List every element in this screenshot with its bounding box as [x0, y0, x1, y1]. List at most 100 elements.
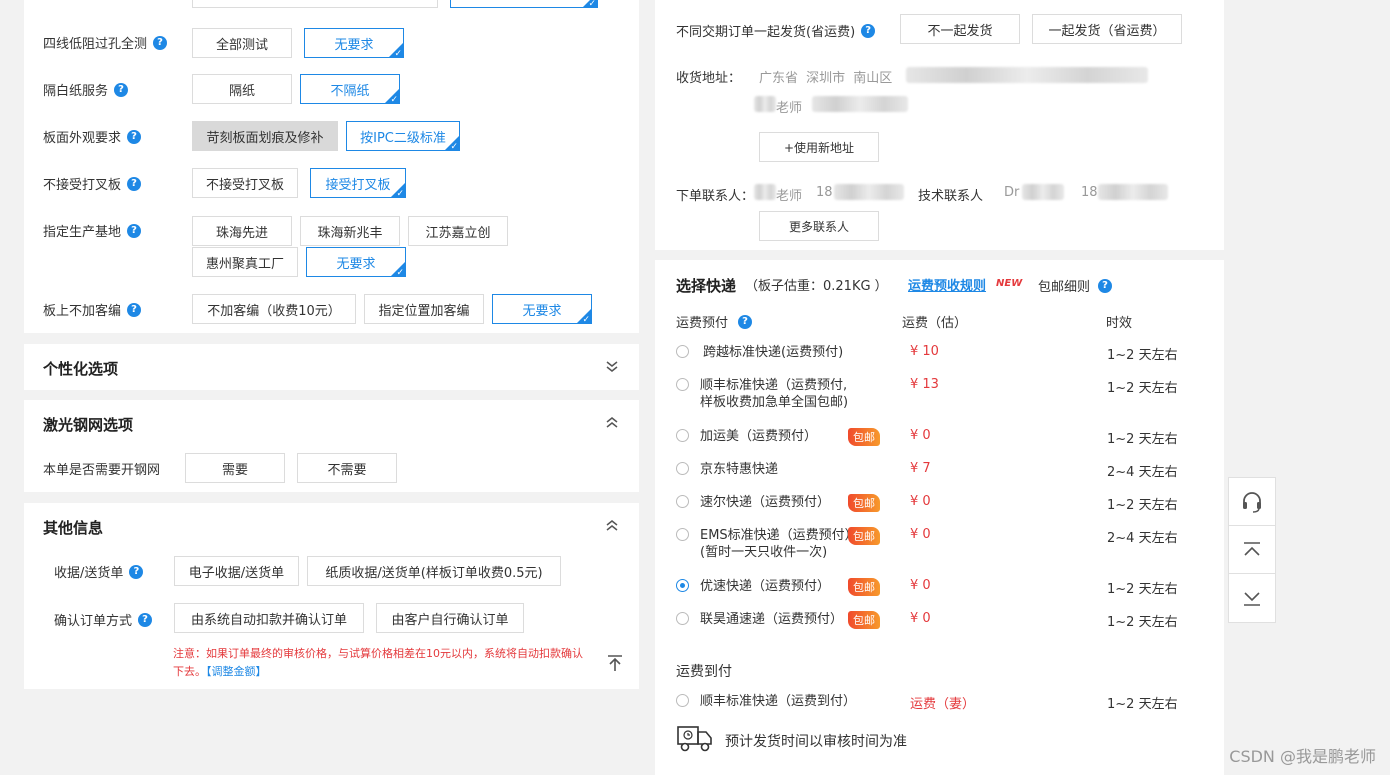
radio-button[interactable] [676, 462, 689, 475]
shipping-name: 跨越标准快递(运费预付) [703, 345, 844, 360]
option-stencil-yes[interactable]: 需要 [185, 453, 285, 483]
option-e-receipt[interactable]: 电子收据/送货单 [174, 556, 299, 586]
option-separate-ship[interactable]: 不一起发货 [900, 14, 1020, 44]
option-reject-x-board[interactable]: 不接受打叉板 [192, 168, 298, 198]
option-no-code[interactable]: 不加客编（收费10元） [192, 294, 356, 324]
radio-button[interactable] [676, 429, 689, 442]
tech-contact-phone: 18 [1081, 185, 1098, 200]
help-icon[interactable]: ? [127, 176, 142, 191]
option-manual-confirm[interactable]: 由客户自行确认订单 [376, 603, 524, 633]
freight-rule-link[interactable]: 运费预收规则 [908, 275, 986, 294]
combined-shipping-label: 不同交期订单一起发货(省运费)? [676, 21, 876, 40]
help-icon[interactable]: ? [127, 129, 142, 144]
shipping-option[interactable]: 加运美（运费预付） 包邮 ¥ 0 1~2 天左右 [676, 428, 1216, 448]
address-recipient: 老师 [776, 101, 803, 116]
shipping-option[interactable]: 速尔快递（运费预付） 包邮 ¥ 0 1~2 天左右 [676, 494, 1216, 514]
order-contact-redacted [754, 184, 776, 200]
shipping-option[interactable]: 跨越标准快递(运费预付) ¥ 10 1~2 天左右 [676, 344, 1216, 364]
option-ipc-class2[interactable]: 按IPC二级标准 [346, 121, 460, 152]
address-label: 收货地址： [676, 71, 742, 86]
radio-button-selected[interactable] [676, 579, 689, 592]
shipping-name: 联昊通速递（运费预付） [700, 612, 844, 627]
confirm-method-label: 确认订单方式? [54, 610, 153, 629]
option-code-no-requirement[interactable]: 无要求 [492, 294, 592, 325]
tech-contact-label: 技术联系人 [918, 189, 984, 204]
help-icon[interactable]: ? [738, 314, 753, 329]
four-wire-test-label: 四线低阻过孔全测? [43, 33, 168, 52]
option-no-separator[interactable]: 不隔纸 [300, 74, 400, 105]
shipping-option-selected[interactable]: 优速快递（运费预付） 包邮 ¥ 0 1~2 天左右 [676, 578, 1216, 598]
option-stencil-no[interactable]: 不需要 [297, 453, 397, 483]
help-icon[interactable]: ? [127, 302, 142, 317]
phone-redacted [812, 96, 908, 112]
option-no-requirement[interactable]: 无要求 [304, 28, 404, 59]
help-icon[interactable]: ? [114, 82, 129, 97]
radio-button[interactable] [676, 528, 689, 541]
option-zhuhai-xianjin[interactable]: 珠海先进 [192, 216, 292, 246]
shipping-time: 1~2 天左右 [1107, 381, 1178, 396]
shipping-option[interactable]: 联昊通速递（运费预付） 包邮 ¥ 0 1~2 天左右 [676, 611, 1216, 631]
free-shipping-badge: 包邮 [848, 578, 880, 596]
option-paper-receipt[interactable]: 纸质收据/送货单(样板订单收费0.5元) [307, 556, 561, 586]
shipping-price: ¥ 13 [910, 377, 939, 392]
option-full-test[interactable]: 全部测试 [192, 28, 292, 58]
shipping-time: 1~2 天左右 [1107, 697, 1178, 712]
shipping-option[interactable]: 京东特惠快递 ¥ 7 2~4 天左右 [676, 461, 1216, 481]
help-icon[interactable]: ? [1098, 278, 1113, 293]
help-icon[interactable]: ? [127, 223, 142, 238]
option-zhuhai-xinzhaofeng[interactable]: 珠海新兆丰 [300, 216, 400, 246]
cod-title: 运费到付 [676, 664, 732, 680]
col-prepay-header: 运费预付? [676, 312, 753, 331]
shipping-time: 1~2 天左右 [1107, 348, 1178, 363]
shipping-option[interactable]: EMS标准快递（运费预付） (暂时一天只收件一次) 包邮 ¥ 0 2~4 天左右 [676, 527, 1216, 563]
shipping-option-cod[interactable]: 顺丰标准快递（运费到付） 运费（妻） 1~2 天左右 [676, 693, 1216, 713]
appearance-label: 板面外观要求? [43, 127, 142, 146]
address-redacted [906, 67, 1148, 83]
option-jiangsu-jlc[interactable]: 江苏嘉立创 [408, 216, 508, 246]
help-icon[interactable]: ? [861, 23, 876, 38]
shipping-name: EMS标准快递（运费预付） [700, 528, 858, 543]
option-separator[interactable]: 隔纸 [192, 74, 292, 104]
production-base-label: 指定生产基地? [43, 221, 142, 240]
option-code-position[interactable]: 指定位置加客编 [364, 294, 484, 324]
radio-button[interactable] [676, 345, 689, 358]
shipping-name: 顺丰标准快递（运费到付） [700, 694, 857, 709]
shipping-option[interactable]: 顺丰标准快递（运费预付, 样板收费加急单全国包邮) ¥ 13 1~2 天左右 [676, 377, 1216, 413]
new-address-button[interactable]: +使用新地址 [759, 132, 879, 162]
personal-options-title: 个性化选项 [43, 360, 119, 378]
radio-button[interactable] [676, 612, 689, 625]
shipping-name: 速尔快递（运费预付） [700, 495, 831, 510]
scroll-bottom-icon[interactable] [1229, 574, 1275, 622]
free-shipping-detail[interactable]: 包邮细则? [1038, 276, 1113, 295]
shipping-name: 顺丰标准快递（运费预付, [700, 378, 848, 393]
help-icon[interactable]: ? [153, 35, 168, 50]
option-base-no-requirement[interactable]: 无要求 [306, 247, 406, 278]
new-tag: NEW [996, 278, 1023, 289]
help-icon[interactable]: ? [138, 612, 153, 627]
option-huizhou-juzhen[interactable]: 惠州聚真工厂 [192, 247, 298, 277]
option-accept-x-board[interactable]: 接受打叉板 [310, 168, 406, 199]
adjust-amount-link[interactable]: 【调整金额】 [206, 665, 267, 678]
customer-service-icon[interactable] [1229, 478, 1275, 526]
chevron-up-icon[interactable] [604, 414, 620, 434]
chevron-up-icon[interactable] [604, 517, 620, 537]
shipping-price: ¥ 7 [910, 461, 931, 476]
chevron-down-icon[interactable] [604, 358, 620, 378]
help-icon[interactable]: ? [129, 564, 144, 579]
scroll-top-icon[interactable] [1229, 526, 1275, 574]
receipt-label: 收据/送货单? [54, 562, 144, 581]
radio-button[interactable] [676, 694, 689, 707]
x-board-label: 不接受打叉板? [43, 174, 142, 193]
radio-button[interactable] [676, 495, 689, 508]
option-strict-appearance[interactable]: 苛刻板面划痕及修补 [192, 121, 338, 151]
shipping-name-note: 样板收费加急单全国包邮) [700, 395, 849, 410]
option-combine-ship[interactable]: 一起发货（省运费） [1032, 14, 1182, 44]
back-to-top-icon[interactable] [606, 654, 624, 676]
cut-option-2[interactable] [450, 0, 598, 9]
col-time-header: 时效 [1106, 316, 1133, 331]
more-contacts-button[interactable]: 更多联系人 [759, 211, 879, 241]
option-auto-confirm[interactable]: 由系统自动扣款并确认订单 [174, 603, 364, 633]
cut-option-1[interactable] [192, 0, 438, 8]
radio-button[interactable] [676, 378, 689, 391]
free-shipping-badge: 包邮 [848, 527, 880, 545]
